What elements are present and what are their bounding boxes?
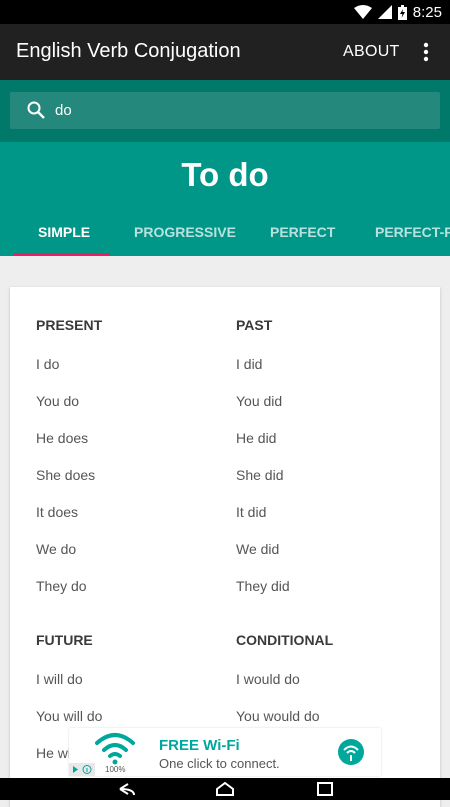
about-button[interactable]: ABOUT <box>343 43 400 61</box>
status-time: 8:25 <box>412 3 442 21</box>
past-heading: PAST <box>236 317 273 333</box>
tab-perfect[interactable]: PERFECT <box>270 224 335 240</box>
present-form: She does <box>36 467 96 483</box>
more-vert-icon[interactable] <box>416 40 436 64</box>
past-form: He did <box>236 430 277 446</box>
past-form: We did <box>236 541 280 557</box>
verb-title: To do <box>181 156 269 193</box>
ad-choices-icon[interactable] <box>69 763 95 776</box>
ad-percent: 100% <box>105 765 126 774</box>
present-form: It does <box>36 504 79 520</box>
conditional-form: I would do <box>236 671 300 687</box>
ad-action-icon[interactable] <box>337 738 365 766</box>
conditional-heading: CONDITIONAL <box>236 632 334 648</box>
search-input[interactable]: do <box>10 92 440 129</box>
wifi-icon <box>353 5 372 19</box>
future-form: You will do <box>36 708 103 724</box>
app-title: English Verb Conjugation <box>16 40 241 62</box>
past-form: They did <box>236 578 290 594</box>
conditional-form: You would do <box>236 708 320 724</box>
present-form: He does <box>36 430 89 446</box>
navigation-bar <box>0 778 450 800</box>
present-form: They do <box>36 578 87 594</box>
ad-subtitle: One click to connect. <box>159 756 280 771</box>
search-icon <box>27 101 45 119</box>
present-heading: PRESENT <box>36 317 103 333</box>
signal-icon <box>377 5 392 19</box>
tab-simple[interactable]: SIMPLE <box>38 224 90 240</box>
past-form: I did <box>236 356 263 372</box>
app-bar: English Verb Conjugation ABOUT <box>0 24 450 80</box>
search-area: do <box>0 80 450 142</box>
future-heading: FUTURE <box>36 632 93 648</box>
battery-icon <box>397 4 407 20</box>
present-form: You do <box>36 393 80 409</box>
tab-indicator <box>14 253 110 256</box>
status-bar: 8:25 <box>0 0 450 24</box>
home-icon[interactable] <box>214 781 236 797</box>
tab-perfect-progressive[interactable]: PERFECT-PR <box>375 224 450 240</box>
present-form: We do <box>36 541 77 557</box>
past-form: You did <box>236 393 283 409</box>
past-form: It did <box>236 504 267 520</box>
recents-icon[interactable] <box>314 781 336 797</box>
ad-banner[interactable]: 100% FREE Wi-Fi One click to connect. <box>69 728 381 776</box>
future-form: He wi <box>36 745 72 761</box>
verb-header: To do SIMPLE PROGRESSIVE PERFECT PERFECT… <box>0 142 450 256</box>
back-icon[interactable] <box>115 781 137 797</box>
present-form: I do <box>36 356 60 372</box>
search-value: do <box>55 102 72 119</box>
tense-tabs: SIMPLE PROGRESSIVE PERFECT PERFECT-PR <box>0 210 450 256</box>
past-form: She did <box>236 467 284 483</box>
ad-title: FREE Wi-Fi <box>159 737 240 754</box>
future-form: I will do <box>36 671 83 687</box>
tab-progressive[interactable]: PROGRESSIVE <box>134 224 236 240</box>
wifi-ad-icon <box>95 733 135 765</box>
